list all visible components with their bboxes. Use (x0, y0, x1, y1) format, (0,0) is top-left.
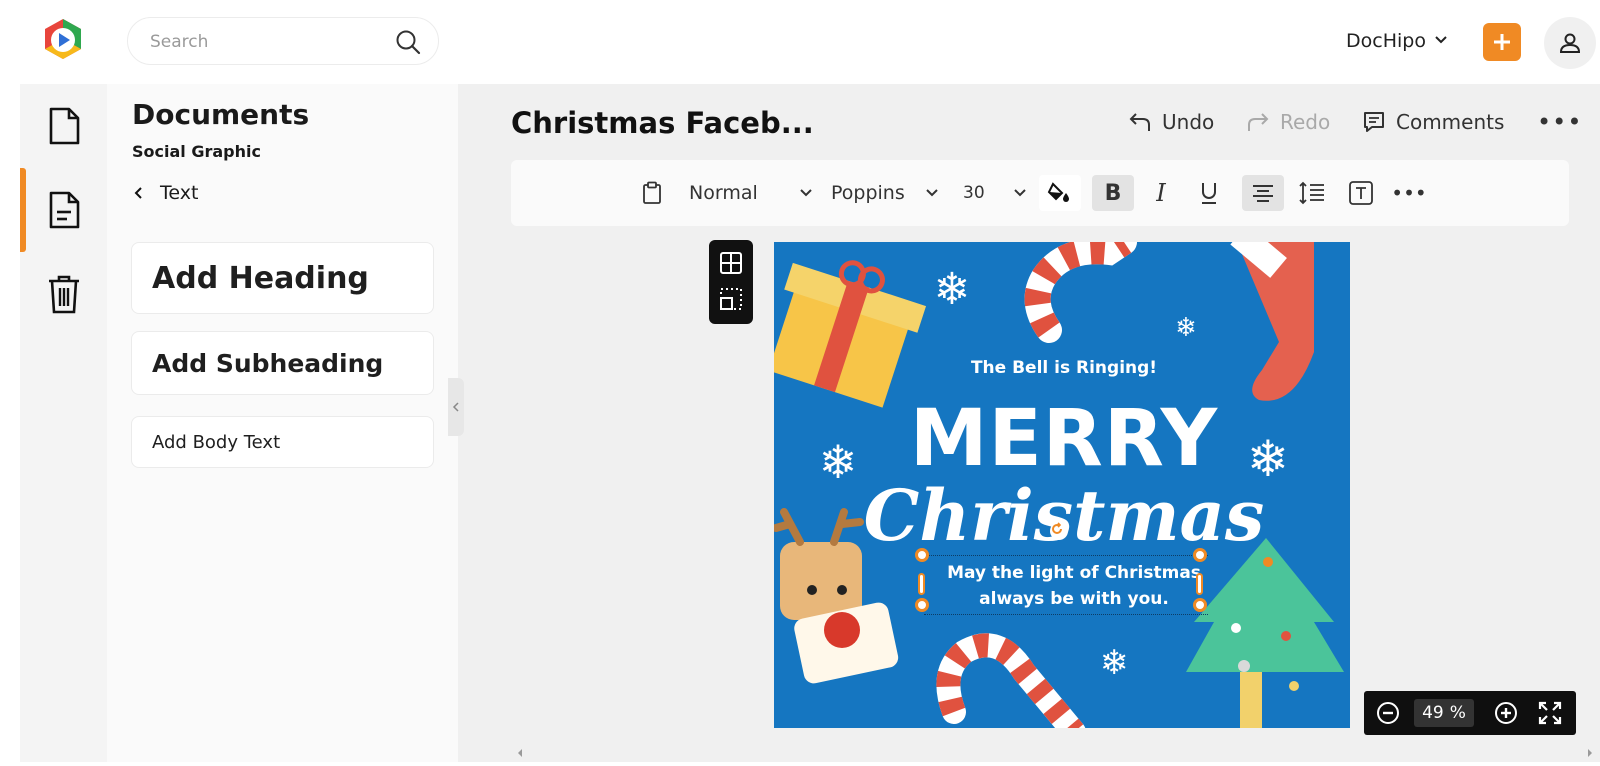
redo-label: Redo (1280, 110, 1331, 134)
text-document-icon (49, 191, 79, 229)
panel-subtitle: Social Graphic (132, 142, 261, 161)
document-title[interactable]: Christmas Faceb... (511, 106, 814, 140)
svg-text:❄: ❄ (1175, 313, 1197, 343)
resize-handle-bottom-left[interactable] (915, 598, 929, 612)
document-icon (49, 107, 79, 145)
italic-icon[interactable]: I (1143, 175, 1179, 211)
left-margin (0, 84, 20, 762)
resize-handle-right[interactable] (1196, 573, 1203, 595)
resize-handle-bottom-right[interactable] (1193, 598, 1207, 612)
chevron-left-icon (134, 187, 142, 199)
canvas-tools (709, 240, 753, 324)
svg-text:❄: ❄ (934, 264, 971, 315)
search-icon[interactable] (394, 28, 422, 56)
font-family-select[interactable]: Poppins (831, 175, 939, 211)
text-style-select[interactable]: Normal (689, 175, 813, 211)
rail-text[interactable] (20, 168, 107, 252)
wish-line-2: always be with you. (979, 589, 1169, 609)
design-wish-text[interactable]: May the light of Christmas always be wit… (934, 560, 1214, 612)
more-options-icon[interactable]: ••• (1537, 108, 1582, 136)
create-new-button[interactable] (1483, 23, 1521, 61)
comment-icon (1364, 112, 1384, 132)
rail-documents[interactable] (20, 84, 107, 168)
top-bar: DocHipo (0, 0, 1600, 84)
undo-button[interactable]: Undo (1128, 110, 1214, 134)
design-tagline[interactable]: The Bell is Ringing! (834, 358, 1294, 378)
search-box (127, 17, 439, 65)
back-to-text-button[interactable]: Text (132, 182, 198, 204)
search-input[interactable] (150, 30, 380, 54)
chevron-left-icon (452, 402, 459, 412)
design-headline[interactable]: MERRY (834, 394, 1294, 484)
comments-button[interactable]: Comments (1362, 110, 1504, 134)
line-spacing-icon[interactable] (1294, 175, 1330, 211)
user-icon (1559, 33, 1581, 53)
clipboard-icon[interactable] (637, 175, 667, 211)
resize-handle-top-left[interactable] (915, 548, 929, 562)
icon-rail (20, 84, 107, 762)
fullscreen-icon[interactable] (1538, 701, 1562, 725)
panel-collapse-toggle[interactable] (448, 378, 464, 436)
resize-handle-top-right[interactable] (1193, 548, 1207, 562)
font-size-select[interactable]: 30 (963, 175, 1027, 211)
wish-line-1: May the light of Christmas (947, 563, 1201, 583)
align-center-icon[interactable] (1242, 175, 1284, 211)
zoom-control: 49 % (1364, 691, 1576, 735)
rail-trash[interactable] (20, 252, 107, 336)
bold-icon[interactable]: B (1092, 175, 1134, 211)
text-style-value: Normal (689, 182, 758, 204)
chevron-down-icon (926, 189, 938, 197)
comments-label: Comments (1396, 110, 1505, 134)
undo-label: Undo (1162, 110, 1215, 134)
add-body-text-card[interactable]: Add Body Text (131, 416, 434, 468)
resize-handle-left[interactable] (918, 573, 925, 595)
text-panel: Documents Social Graphic Text Add Headin… (107, 84, 458, 762)
app-logo-icon[interactable] (40, 16, 86, 62)
redo-icon (1248, 113, 1269, 131)
horizontal-scrollbar[interactable] (516, 744, 1596, 762)
zoom-value: 49 (1422, 703, 1444, 723)
add-subheading-card[interactable]: Add Subheading (131, 331, 434, 395)
redo-button[interactable]: Redo (1246, 110, 1330, 134)
font-family-value: Poppins (831, 182, 905, 204)
chevron-down-icon (1434, 30, 1448, 52)
zoom-out-icon[interactable] (1376, 701, 1400, 725)
editor-area: Christmas Faceb... Undo Redo Comments ••… (448, 84, 1600, 762)
design-script-title[interactable]: Christmas (834, 474, 1294, 557)
plus-icon (1494, 34, 1510, 50)
chevron-down-icon (1014, 189, 1026, 197)
select-area-icon[interactable] (718, 286, 744, 312)
underline-icon[interactable] (1191, 175, 1227, 211)
add-heading-card[interactable]: Add Heading (131, 242, 434, 314)
trash-icon (48, 275, 79, 314)
format-toolbar: Normal Poppins 30 B I ••• (511, 160, 1569, 226)
back-label: Text (160, 182, 199, 204)
user-avatar[interactable] (1544, 17, 1596, 69)
svg-text:❄: ❄ (1100, 643, 1129, 683)
chevron-down-icon (800, 189, 812, 197)
design-canvas[interactable]: ❄ ❄ ❄ ❄ ❄ The Bell is Ringing! MERRY Chr… (774, 242, 1350, 728)
panel-title: Documents (132, 98, 310, 131)
zoom-value-box[interactable]: 49 % (1414, 699, 1474, 727)
more-format-options-icon[interactable]: ••• (1391, 175, 1427, 211)
undo-icon (1129, 113, 1150, 131)
rotate-handle-icon[interactable] (1050, 522, 1068, 540)
text-box-icon[interactable] (1343, 175, 1379, 211)
fill-color-icon[interactable] (1039, 175, 1081, 211)
workspace-label: DocHipo (1346, 30, 1426, 52)
font-size-value: 30 (963, 183, 985, 203)
grid-icon[interactable] (718, 250, 744, 276)
zoom-in-icon[interactable] (1494, 701, 1518, 725)
workspace-dropdown[interactable]: DocHipo (1346, 26, 1448, 56)
zoom-unit: % (1449, 703, 1466, 723)
